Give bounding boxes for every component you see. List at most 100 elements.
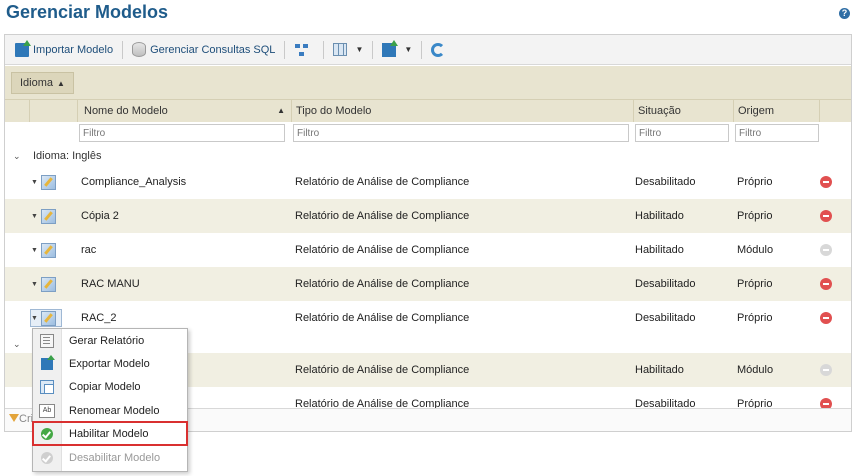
- cell-name: rac: [81, 244, 97, 256]
- sort-up-icon: ▲: [277, 106, 285, 115]
- cell-type: Relatório de Análise de Compliance: [295, 364, 470, 376]
- column-header-name-label: Nome do Modelo: [84, 105, 168, 117]
- export-icon: [382, 39, 399, 57]
- chevron-down-icon[interactable]: ⌄: [13, 145, 21, 167]
- column-header-type-label: Tipo do Modelo: [296, 105, 372, 117]
- cell-status: Habilitado: [635, 244, 684, 256]
- table-row[interactable]: ▼ RAC MANU Relatório de Análise de Compl…: [5, 267, 851, 301]
- filter-origin-input[interactable]: [735, 124, 819, 142]
- chevron-down-icon: ▼: [31, 178, 38, 186]
- table-row[interactable]: ▼ Cópia 2 Relatório de Análise de Compli…: [5, 199, 851, 233]
- cell-type: Relatório de Análise de Compliance: [295, 278, 470, 290]
- hierarchy-button[interactable]: [290, 39, 318, 61]
- menu-item-label: Copiar Modelo: [69, 380, 141, 393]
- filter-name-input[interactable]: [79, 124, 285, 142]
- edit-icon: [40, 242, 56, 258]
- group-row[interactable]: ⌄ Idioma: Inglês: [5, 145, 851, 167]
- cell-status: Desabilitado: [635, 176, 696, 188]
- header-actions: [29, 100, 77, 122]
- row-menu-button[interactable]: ▼: [31, 242, 61, 258]
- group-chip-label: Idioma: [20, 77, 54, 89]
- toolbar: Importar Modelo Gerenciar Consultas SQL …: [5, 35, 851, 65]
- sort-up-icon: ▲: [57, 78, 65, 88]
- group-panel: Idioma ▲: [5, 66, 851, 99]
- chevron-down-icon: ▼: [355, 45, 364, 54]
- copy-icon: [40, 379, 54, 394]
- footer-text[interactable]: Cri: [19, 413, 33, 425]
- delete-icon[interactable]: [820, 210, 832, 222]
- menu-item-enable-model[interactable]: Habilitar Modelo: [32, 421, 188, 446]
- group-row-label: Idioma: Inglês: [33, 150, 102, 162]
- menu-item-label: Gerar Relatório: [69, 334, 145, 347]
- table-row[interactable]: ▼ Compliance_Analysis Relatório de Análi…: [5, 165, 851, 199]
- cell-status: Desabilitado: [635, 278, 696, 290]
- row-menu-button-active[interactable]: ▼: [30, 309, 62, 327]
- delete-icon[interactable]: [820, 176, 832, 188]
- row-menu-button[interactable]: ▼: [31, 174, 61, 190]
- group-chip-language[interactable]: Idioma ▲: [11, 72, 74, 94]
- rename-icon: Ab: [39, 403, 55, 418]
- export-button[interactable]: ▼: [378, 39, 416, 61]
- toolbar-separator: [284, 40, 286, 59]
- column-header-type[interactable]: Tipo do Modelo: [291, 100, 633, 122]
- cell-origin: Próprio: [737, 210, 773, 222]
- filter-row: [5, 122, 851, 144]
- filter-status-input[interactable]: [635, 124, 729, 142]
- disable-icon: [41, 451, 53, 464]
- cell-name: RAC MANU: [81, 278, 140, 290]
- menu-item-label: Renomear Modelo: [69, 404, 160, 417]
- toolbar-separator: [122, 40, 124, 59]
- page-title: Gerenciar Modelos: [6, 2, 169, 22]
- menu-item-label: Exportar Modelo: [69, 357, 150, 370]
- row-menu-button[interactable]: ▼: [31, 208, 61, 224]
- delete-icon[interactable]: [820, 278, 832, 290]
- menu-item-label: Desabilitar Modelo: [69, 451, 161, 464]
- hierarchy-icon: [294, 43, 310, 57]
- columns-icon: [333, 43, 348, 56]
- edit-icon: [40, 310, 56, 326]
- cell-name: Cópia 2: [81, 210, 119, 222]
- menu-item-copy-model[interactable]: Copiar Modelo: [33, 375, 187, 398]
- column-header-origin[interactable]: Origem: [733, 100, 819, 122]
- edit-icon: [40, 174, 56, 190]
- cell-origin: Próprio: [737, 278, 773, 290]
- column-header-name[interactable]: Nome do Modelo ▲: [77, 100, 291, 122]
- cell-type: Relatório de Análise de Compliance: [295, 312, 470, 324]
- cell-type: Relatório de Análise de Compliance: [295, 210, 470, 222]
- columns-button[interactable]: ▼: [329, 39, 367, 61]
- manage-sql-button[interactable]: Gerenciar Consultas SQL: [128, 39, 279, 61]
- delete-icon[interactable]: [820, 312, 832, 324]
- cell-type: Relatório de Análise de Compliance: [295, 244, 470, 256]
- cell-origin: Próprio: [737, 312, 773, 324]
- menu-item-export-model[interactable]: Exportar Modelo: [33, 352, 187, 375]
- chevron-down-icon: ▼: [31, 212, 38, 220]
- edit-icon: [40, 276, 56, 292]
- menu-item-rename-model[interactable]: Ab Renomear Modelo: [33, 399, 187, 422]
- import-model-label: Importar Modelo: [33, 43, 114, 56]
- cell-origin: Próprio: [737, 176, 773, 188]
- cell-name: Compliance_Analysis: [81, 176, 187, 188]
- help-icon[interactable]: ?: [839, 8, 850, 19]
- chevron-down-icon: ▼: [31, 246, 38, 254]
- import-icon: [15, 39, 31, 57]
- table-row[interactable]: ▼ rac Relatório de Análise de Compliance…: [5, 233, 851, 267]
- refresh-button[interactable]: [427, 39, 453, 61]
- row-context-menu: Gerar Relatório Exportar Modelo Copiar M…: [32, 328, 188, 472]
- header-end: [819, 100, 851, 122]
- import-model-button[interactable]: Importar Modelo: [11, 39, 117, 61]
- header-spacer: [5, 100, 29, 122]
- chevron-down-icon: ▼: [31, 280, 38, 288]
- cell-status: Desabilitado: [635, 312, 696, 324]
- column-header-row: Nome do Modelo ▲ Tipo do Modelo Situação…: [5, 99, 851, 123]
- row-menu-button[interactable]: ▼: [31, 276, 61, 292]
- manage-sql-label: Gerenciar Consultas SQL: [150, 43, 276, 56]
- chevron-down-icon[interactable]: ⌄: [13, 333, 21, 355]
- filter-type-input[interactable]: [293, 124, 629, 142]
- chevron-down-icon: ▼: [31, 314, 38, 322]
- toolbar-separator: [421, 40, 423, 59]
- menu-item-generate-report[interactable]: Gerar Relatório: [33, 329, 187, 352]
- column-header-origin-label: Origem: [738, 105, 775, 117]
- report-icon: [40, 333, 54, 348]
- toolbar-separator: [323, 40, 325, 59]
- column-header-status[interactable]: Situação: [633, 100, 733, 122]
